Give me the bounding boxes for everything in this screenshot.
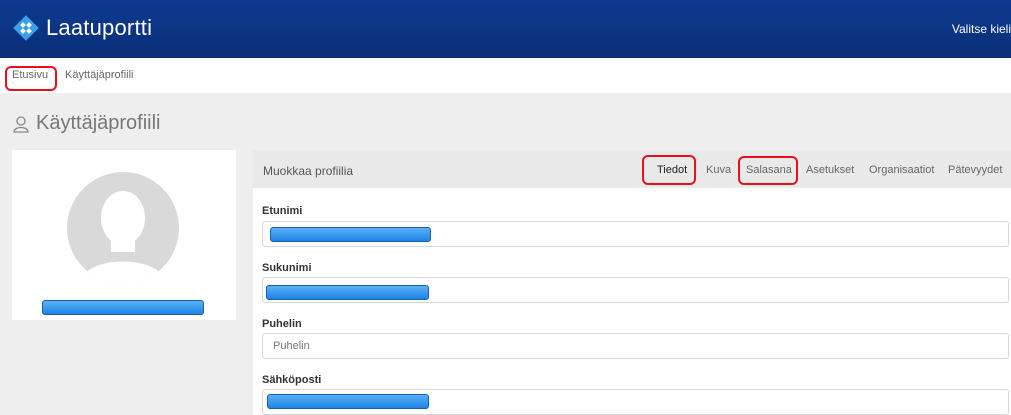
highlight-box-tiedot <box>642 155 696 185</box>
user-outline-icon <box>13 115 29 133</box>
page-title: Käyttäjäprofiili <box>12 112 161 135</box>
app-name: Laatuportti <box>46 15 153 40</box>
puhelin-field[interactable] <box>262 333 1009 359</box>
field-label-etunimi: Etunimi <box>262 205 303 217</box>
tab-patevyydet[interactable]: Pätevyydet <box>948 164 1002 176</box>
highlight-box-salasana <box>738 156 798 185</box>
top-header: Laatuportti Valitse kieli <box>0 0 1011 58</box>
edit-profile-panel: Muokkaa profiilia Tiedot Kuva Salasana A… <box>253 150 1011 415</box>
panel-header: Muokkaa profiilia Tiedot Kuva Salasana A… <box>253 150 1011 188</box>
tab-kuva[interactable]: Kuva <box>706 164 731 176</box>
tab-organisaatiot[interactable]: Organisaatiot <box>869 164 934 176</box>
field-label-puhelin: Puhelin <box>262 318 302 330</box>
app-logo[interactable]: Laatuportti <box>12 14 152 42</box>
field-label-sukunimi: Sukunimi <box>262 262 312 274</box>
redacted-sahkoposti <box>267 394 429 409</box>
avatar-card <box>12 150 236 320</box>
avatar[interactable] <box>67 172 179 284</box>
tab-asetukset[interactable]: Asetukset <box>806 164 854 176</box>
breadcrumb-current: Käyttäjäprofiili <box>65 69 134 81</box>
highlight-box-home <box>5 66 57 91</box>
breadcrumb: Etusivu Käyttäjäprofiili <box>0 58 1011 93</box>
field-label-sahkoposti: Sähköposti <box>262 374 322 386</box>
language-selector[interactable]: Valitse kieli <box>952 22 1011 36</box>
person-silhouette-icon <box>81 191 165 284</box>
panel-title: Muokkaa profiilia <box>263 164 354 178</box>
page-title-text: Käyttäjäprofiili <box>36 112 161 134</box>
redacted-etunimi <box>270 227 431 242</box>
diamond-logo-icon <box>13 15 39 41</box>
redacted-user-name <box>42 300 204 315</box>
redacted-sukunimi <box>266 285 429 300</box>
